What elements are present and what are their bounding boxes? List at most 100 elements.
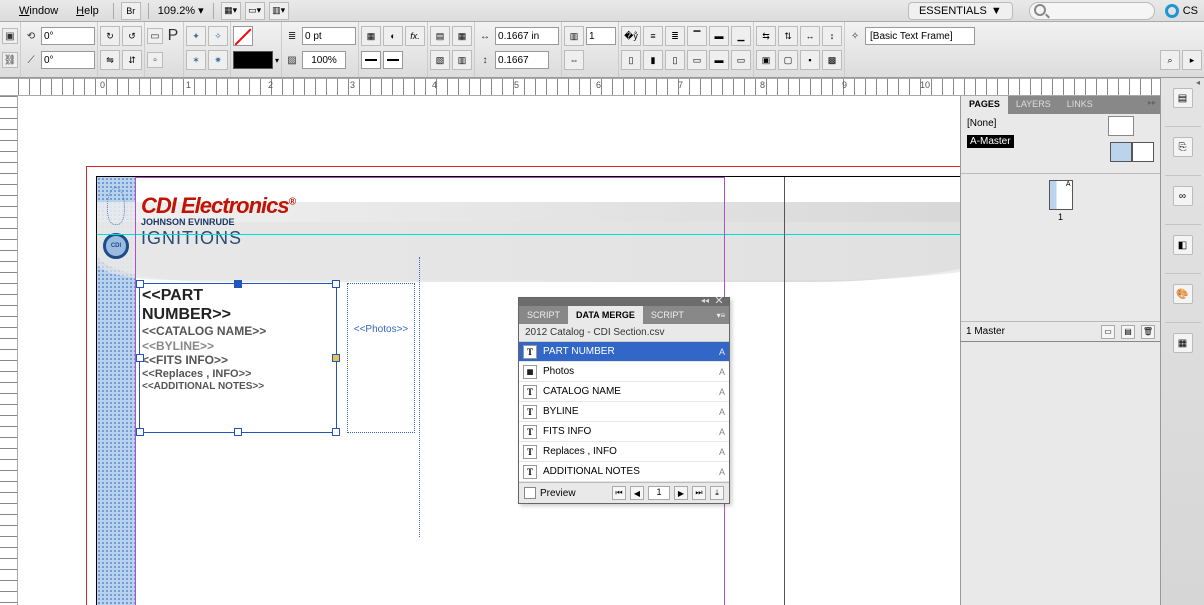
- tab-script-1[interactable]: SCRIPT: [519, 306, 568, 324]
- workspace-switcher[interactable]: ESSENTIALS ▼: [908, 2, 1013, 20]
- preview-checkbox[interactable]: [524, 487, 536, 499]
- shear-field[interactable]: 0°: [41, 51, 95, 69]
- select-content-icon[interactable]: ▫: [147, 52, 163, 68]
- field-byline[interactable]: TBYLINEA: [519, 402, 729, 422]
- dock-stroke-icon[interactable]: ∞: [1173, 186, 1193, 206]
- fit-frame-icon[interactable]: ▢: [778, 50, 798, 70]
- dist-r-icon[interactable]: ▯: [665, 50, 685, 70]
- dock-pages-icon[interactable]: ▤: [1173, 88, 1193, 108]
- fill-none-swatch[interactable]: [233, 26, 253, 46]
- reference-point-icon[interactable]: ▣: [2, 28, 18, 44]
- textwrap-jump-icon[interactable]: ▥: [452, 50, 472, 70]
- edit-page-size-icon[interactable]: ▭: [1101, 325, 1115, 339]
- masters-section[interactable]: [None] A-Master: [961, 114, 1160, 174]
- prev-record-icon[interactable]: ◀: [630, 486, 644, 500]
- select-container-icon[interactable]: ▭: [147, 28, 163, 44]
- arrange-docs-icon[interactable]: ▥▾: [269, 2, 289, 20]
- collapse-icon[interactable]: ◂◂: [701, 296, 709, 305]
- tab-pages[interactable]: PAGES: [961, 96, 1008, 114]
- fx-drop-icon[interactable]: ▦: [361, 26, 381, 46]
- field-part-number[interactable]: TPART NUMBERA: [519, 342, 729, 362]
- textwrap-shape-icon[interactable]: ▧: [430, 50, 450, 70]
- image-frame-photos[interactable]: <<Photos>>: [347, 283, 415, 433]
- sel-next-icon[interactable]: ✧: [208, 26, 228, 46]
- create-merged-icon[interactable]: ⤓: [710, 486, 724, 500]
- cs-live-icon[interactable]: CS: [1165, 4, 1198, 18]
- tab-links[interactable]: LINKS: [1059, 96, 1101, 114]
- dock-swatches-icon[interactable]: 🎨: [1173, 284, 1193, 304]
- record-number-field[interactable]: 1: [648, 486, 670, 500]
- dock-expand-icon[interactable]: ◂: [1196, 78, 1200, 87]
- tab-data-merge[interactable]: DATA MERGE: [568, 306, 643, 324]
- flip-h-icon[interactable]: ⇋: [100, 50, 120, 70]
- tab-script-2[interactable]: SCRIPT: [643, 306, 713, 324]
- delete-page-icon[interactable]: 🗑: [1141, 325, 1155, 339]
- textwrap-none-icon[interactable]: ▤: [430, 26, 450, 46]
- menu-help[interactable]: Help: [69, 5, 106, 17]
- stroke-style-end[interactable]: [383, 51, 403, 69]
- constrain-icon[interactable]: ⛓: [2, 52, 18, 68]
- next-record-icon[interactable]: ▶: [674, 486, 688, 500]
- last-record-icon[interactable]: ⏭: [692, 486, 706, 500]
- master-a-thumb[interactable]: [1110, 142, 1154, 162]
- align-b-icon[interactable]: ▁: [731, 26, 751, 46]
- dock-cc-icon[interactable]: ▦: [1173, 333, 1193, 353]
- panel-menu-icon[interactable]: ▾≡: [713, 306, 729, 324]
- align-c-icon[interactable]: ≡: [643, 26, 663, 46]
- fx-opacity-icon[interactable]: ◐: [383, 26, 403, 46]
- align-t-icon[interactable]: ▔: [687, 26, 707, 46]
- space-v-icon[interactable]: ⇅: [778, 26, 798, 46]
- field-replaces[interactable]: TReplaces , INFOA: [519, 442, 729, 462]
- page-1-thumb[interactable]: A: [1049, 180, 1073, 210]
- fx-icon[interactable]: fx.: [405, 26, 425, 46]
- zoom-level[interactable]: 109.2% ▾: [156, 4, 206, 17]
- pages-section[interactable]: A 1: [961, 174, 1160, 321]
- align-m-icon[interactable]: ▬: [709, 26, 729, 46]
- stroke-weight-field[interactable]: 0 pt: [302, 27, 356, 45]
- tab-layers[interactable]: LAYERS: [1008, 96, 1059, 114]
- sel-prev-icon[interactable]: ✦: [186, 26, 206, 46]
- dist-c-icon[interactable]: ▮: [643, 50, 663, 70]
- object-style-field[interactable]: [Basic Text Frame]: [865, 27, 975, 45]
- text-frame-selected[interactable]: <<PART NUMBER>> <<CATALOG NAME>> <<BYLIN…: [139, 283, 337, 433]
- rotation-field[interactable]: 0°: [41, 27, 95, 45]
- gutter-icon[interactable]: ⇔: [564, 50, 584, 70]
- match-w-icon[interactable]: ↔: [800, 26, 820, 46]
- field-notes[interactable]: TADDITIONAL NOTESA: [519, 462, 729, 482]
- rotate-ccw-icon[interactable]: ↺: [122, 26, 142, 46]
- bridge-icon[interactable]: Br: [121, 2, 141, 20]
- panel-collapse-arrows-icon[interactable]: ▸▸: [1148, 98, 1156, 107]
- data-merge-panel[interactable]: ◂◂ ✕ SCRIPT DATA MERGE SCRIPT ▾≡ 2012 Ca…: [518, 297, 730, 504]
- fill-frame-icon[interactable]: ▩: [822, 50, 842, 70]
- stroke-swatch[interactable]: [233, 51, 273, 69]
- none-thumb[interactable]: [1108, 116, 1134, 136]
- field-catalog-name[interactable]: TCATALOG NAMEA: [519, 382, 729, 402]
- close-icon[interactable]: ✕: [712, 294, 726, 308]
- new-page-icon[interactable]: ▤: [1121, 325, 1135, 339]
- dock-links-icon[interactable]: ⎘: [1173, 137, 1193, 157]
- pages-panel[interactable]: ▸▸ PAGES LAYERS LINKS [None] A-Master A …: [960, 96, 1160, 342]
- columns-field[interactable]: 1: [586, 27, 616, 45]
- field-fits-info[interactable]: TFITS INFOA: [519, 422, 729, 442]
- center-content-icon[interactable]: ▪: [800, 50, 820, 70]
- rotate-cw-icon[interactable]: ↻: [100, 26, 120, 46]
- screen-mode-icon[interactable]: ▭▾: [245, 2, 265, 20]
- view-options-icon[interactable]: ▦▾: [221, 2, 241, 20]
- field-photos[interactable]: ▦PhotosA: [519, 362, 729, 382]
- stroke-style-start[interactable]: [361, 51, 381, 69]
- fit-content-icon[interactable]: ▣: [756, 50, 776, 70]
- search-input[interactable]: [1029, 2, 1155, 20]
- panel-drag-bar[interactable]: ◂◂ ✕: [519, 298, 729, 306]
- textwrap-bound-icon[interactable]: ▦: [452, 26, 472, 46]
- sel-last-icon[interactable]: ✷: [208, 50, 228, 70]
- frame-height-field[interactable]: 0.1667: [495, 51, 549, 69]
- menu-window[interactable]: Window: [12, 5, 65, 17]
- match-h-icon[interactable]: ↕: [822, 26, 842, 46]
- dist-b-icon[interactable]: ▭: [731, 50, 751, 70]
- dist-m-icon[interactable]: ▬: [709, 50, 729, 70]
- tint-field[interactable]: 100%: [302, 51, 346, 69]
- quick-apply-icon[interactable]: ⌕: [1160, 50, 1180, 70]
- dist-t-icon[interactable]: ▭: [687, 50, 707, 70]
- frame-width-field[interactable]: 0.1667 in: [495, 27, 559, 45]
- columns-icon[interactable]: ▥: [564, 26, 584, 46]
